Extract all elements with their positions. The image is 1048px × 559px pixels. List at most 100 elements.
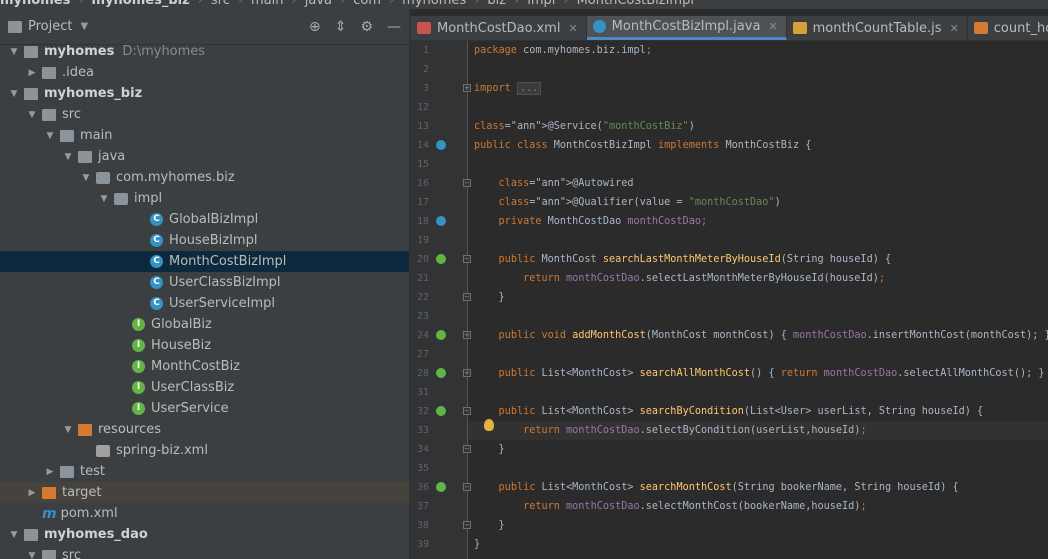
tree-item[interactable]: ▼ myhomes_dao — [0, 524, 409, 545]
breadcrumb-item[interactable]: main — [251, 0, 283, 8]
tree-item[interactable]: ▼ resources — [0, 419, 409, 440]
tree-item[interactable]: C GlobalBizImpl — [0, 209, 409, 230]
hide-panel-icon[interactable]: — — [387, 19, 401, 35]
close-icon[interactable]: ✕ — [568, 22, 577, 35]
code-line[interactable]: } — [474, 516, 505, 535]
tree-item[interactable]: ▼ main — [0, 125, 409, 146]
chevron-down-icon[interactable]: ▼ — [44, 131, 56, 141]
fold-toggle-icon[interactable]: − — [463, 293, 471, 301]
code-line[interactable]: return monthCostDao.selectMonthCost(book… — [474, 497, 867, 516]
code-line[interactable]: class="ann">@Autowired — [474, 174, 634, 193]
tree-item[interactable]: I HouseBiz — [0, 335, 409, 356]
chevron-down-icon[interactable]: ▼ — [62, 425, 74, 435]
tree-item[interactable]: m pom.xml — [0, 503, 409, 524]
gear-icon[interactable]: ⚙ — [360, 19, 373, 35]
tree-item[interactable]: ▼ src — [0, 545, 409, 559]
chevron-down-icon[interactable]: ▼ — [26, 110, 38, 120]
tree-item[interactable]: ▼ myhomes D:\myhomes — [0, 41, 409, 62]
fold-toggle-icon[interactable]: + — [463, 369, 471, 377]
tree-item[interactable]: ▼ com.myhomes.biz — [0, 167, 409, 188]
project-panel-title[interactable]: Project — [28, 19, 72, 34]
tree-item[interactable]: C UserServiceImpl — [0, 293, 409, 314]
fold-toggle-icon[interactable]: − — [463, 255, 471, 263]
chevron-down-icon[interactable]: ▼ — [8, 47, 20, 57]
code-line[interactable]: public void addMonthCost(MonthCost month… — [474, 326, 1048, 345]
locate-icon[interactable]: ⊕ — [309, 19, 321, 35]
fold-toggle-icon[interactable]: − — [463, 521, 471, 529]
chevron-right-icon[interactable]: ▶ — [26, 68, 38, 78]
fold-toggle-icon[interactable]: − — [463, 483, 471, 491]
code-line[interactable]: return monthCostDao.selectByCondition(us… — [474, 421, 867, 440]
override-method-icon[interactable] — [436, 254, 446, 264]
tree-item[interactable]: ▼ myhomes_biz — [0, 83, 409, 104]
breadcrumb-item[interactable]: java — [305, 0, 332, 8]
tree-item[interactable]: C HouseBizImpl — [0, 230, 409, 251]
implementation-icon[interactable] — [436, 216, 446, 226]
breadcrumb-item[interactable]: com — [353, 0, 381, 8]
chevron-down-icon[interactable]: ▼ — [8, 89, 20, 99]
code-line[interactable]: public class MonthCostBizImpl implements… — [474, 136, 811, 155]
tree-item[interactable]: I MonthCostBiz — [0, 356, 409, 377]
chevron-down-icon[interactable]: ▼ — [8, 530, 20, 540]
breadcrumb-item[interactable]: src — [211, 0, 230, 8]
code-line[interactable]: public MonthCost searchLastMonthMeterByH… — [474, 250, 892, 269]
tree-item[interactable]: ▶ target — [0, 482, 409, 503]
code-line[interactable]: } — [474, 288, 505, 307]
code-line[interactable]: return monthCostDao.selectLastMonthMeter… — [474, 269, 885, 288]
chevron-right-icon[interactable]: ▶ — [26, 488, 38, 498]
fold-toggle-icon[interactable]: − — [463, 179, 471, 187]
folder-icon — [42, 108, 56, 121]
class-icon: C — [150, 297, 163, 310]
tree-item[interactable]: I GlobalBiz — [0, 314, 409, 335]
code-line[interactable]: public List<MonthCost> searchAllMonthCos… — [474, 364, 1045, 383]
chevron-down-icon[interactable]: ▼ — [62, 152, 74, 162]
code-line[interactable]: } — [474, 535, 480, 554]
chevron-down-icon[interactable]: ▼ — [80, 21, 88, 32]
tree-item[interactable]: ▼ src — [0, 104, 409, 125]
editor-tab[interactable]: MonthCostBizImpl.java ✕ — [586, 16, 787, 40]
fold-toggle-icon[interactable]: − — [463, 445, 471, 453]
override-method-icon[interactable] — [436, 330, 446, 340]
editor-tab[interactable]: monthCountTable.js ✕ — [787, 16, 968, 40]
editor-tab[interactable]: MonthCostDao.xml ✕ — [411, 16, 587, 40]
code-line[interactable]: class="ann">@Qualifier(value = "monthCos… — [474, 193, 781, 212]
editor-tab[interactable]: count_house_table — [968, 16, 1048, 40]
intention-bulb-icon[interactable] — [484, 419, 494, 431]
override-method-icon[interactable] — [436, 406, 446, 416]
close-icon[interactable]: ✕ — [950, 22, 959, 35]
tree-item[interactable]: C MonthCostBizImpl — [0, 251, 409, 272]
breadcrumb-item[interactable]: myhomes — [402, 0, 466, 8]
code-line[interactable]: } — [474, 440, 505, 459]
chevron-down-icon[interactable]: ▼ — [98, 194, 110, 204]
override-method-icon[interactable] — [436, 368, 446, 378]
chevron-down-icon[interactable]: ▼ — [26, 551, 38, 559]
tree-item[interactable]: ▼ java — [0, 146, 409, 167]
tree-item[interactable]: I UserService — [0, 398, 409, 419]
code-line[interactable]: private MonthCostDao monthCostDao; — [474, 212, 708, 231]
tree-item[interactable]: ▶ test — [0, 461, 409, 482]
breadcrumb-item[interactable]: myhomes — [0, 0, 70, 8]
breadcrumb-item[interactable]: MonthCostBizImpl — [577, 0, 694, 8]
tree-item[interactable]: ▶ .idea — [0, 62, 409, 83]
tree-item[interactable]: ▼ impl — [0, 188, 409, 209]
tree-item[interactable]: C UserClassBizImpl — [0, 272, 409, 293]
collapse-all-icon[interactable]: ⇕ — [335, 19, 347, 35]
fold-toggle-icon[interactable]: + — [463, 84, 471, 92]
code-line[interactable]: public List<MonthCost> searchMonthCost(S… — [474, 478, 959, 497]
code-line[interactable]: public List<MonthCost> searchByCondition… — [474, 402, 984, 421]
chevron-right-icon[interactable]: ▶ — [44, 467, 56, 477]
code-line[interactable]: class="ann">@Service("monthCostBiz") — [474, 117, 695, 136]
close-icon[interactable]: ✕ — [768, 20, 777, 33]
breadcrumb-item[interactable]: myhomes_biz — [92, 0, 190, 8]
breadcrumb-item[interactable]: biz — [487, 0, 506, 8]
code-line[interactable]: package com.myhomes.biz.impl; — [474, 41, 652, 60]
breadcrumb-item[interactable]: impl — [527, 0, 555, 8]
fold-toggle-icon[interactable]: + — [463, 331, 471, 339]
tree-item[interactable]: spring-biz.xml — [0, 440, 409, 461]
tree-item[interactable]: I UserClassBiz — [0, 377, 409, 398]
chevron-down-icon[interactable]: ▼ — [80, 173, 92, 183]
implementation-icon[interactable] — [436, 140, 446, 150]
fold-toggle-icon[interactable]: − — [463, 407, 471, 415]
override-method-icon[interactable] — [436, 482, 446, 492]
code-line[interactable]: import ... — [474, 79, 542, 98]
